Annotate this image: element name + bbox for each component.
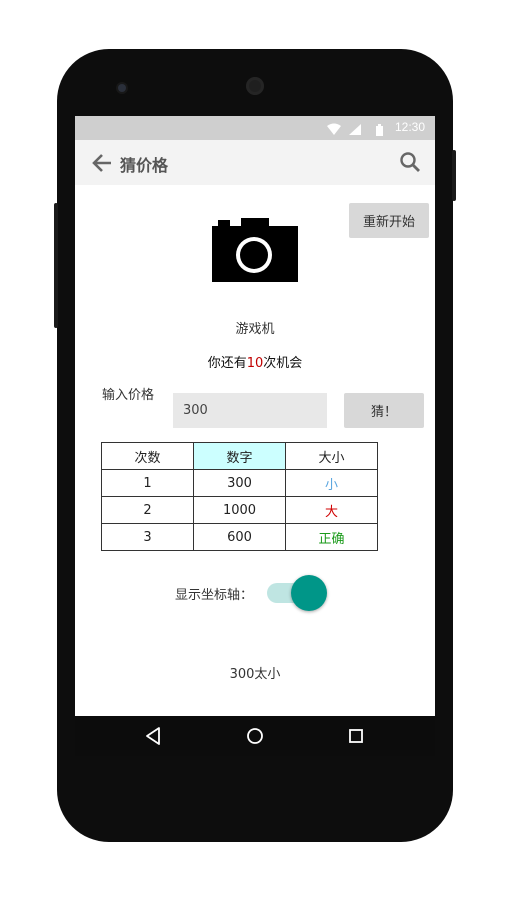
cell-count: 1 [101,469,194,497]
battery-icon [376,126,383,136]
axis-toggle-switch[interactable] [265,575,329,613]
earpiece [246,77,264,95]
header-size: 大小 [285,442,378,470]
chances-count: 10 [246,356,264,371]
table-row: 3 600 正确 [101,523,378,551]
price-input-label: 输入价格 [102,388,155,403]
volume-button [54,203,58,328]
cell-number: 1000 [193,496,286,524]
chances-suffix: 次机会 [263,356,303,371]
header-number: 数字 [193,442,286,470]
recents-square-icon[interactable] [344,725,368,747]
home-circle-icon[interactable] [243,725,267,747]
table-row: 2 1000 大 [101,496,378,524]
page-title: 猜价格 [120,156,169,175]
cell-count: 3 [101,523,194,551]
chances-prefix: 你还有 [207,356,247,371]
front-camera [118,84,126,92]
status-icons [325,122,395,141]
nav-bar [75,716,435,756]
screen: 12:30 猜价格 重新开始 游戏机 你还有10次机会 输入价格 猜！ 次数 数… [75,116,435,756]
cell-number: 600 [193,523,286,551]
back-triangle-icon[interactable] [141,725,165,747]
cell-size: 小 [285,469,378,497]
price-input[interactable] [173,393,327,428]
search-icon[interactable] [399,151,421,173]
status-bar: 12:30 [75,116,435,140]
wifi-icon [327,123,341,135]
guess-button[interactable]: 猜！ [344,393,424,428]
product-name: 游戏机 [235,322,275,337]
restart-button[interactable]: 重新开始 [349,203,429,238]
history-table: 次数 数字 大小 1 300 小 2 1000 大 3 600 正确 [101,442,378,551]
header-count: 次数 [101,442,194,470]
chances-remaining: 你还有10次机会 [75,352,435,371]
toggle-knob [291,575,327,611]
table-row: 1 300 小 [101,469,378,497]
signal-icon [349,124,361,135]
cell-number: 300 [193,469,286,497]
result-text: 300太小 [229,667,281,682]
cell-count: 2 [101,496,194,524]
arrow-left-icon[interactable] [91,152,113,174]
power-button [452,150,456,201]
cell-size: 大 [285,496,378,524]
table-header-row: 次数 数字 大小 [101,442,378,470]
camera-icon [212,218,298,282]
app-bar: 猜价格 [75,140,435,185]
axis-toggle-label: 显示坐标轴： [175,588,254,603]
cell-size: 正确 [285,523,378,551]
status-time: 12:30 [394,120,425,134]
